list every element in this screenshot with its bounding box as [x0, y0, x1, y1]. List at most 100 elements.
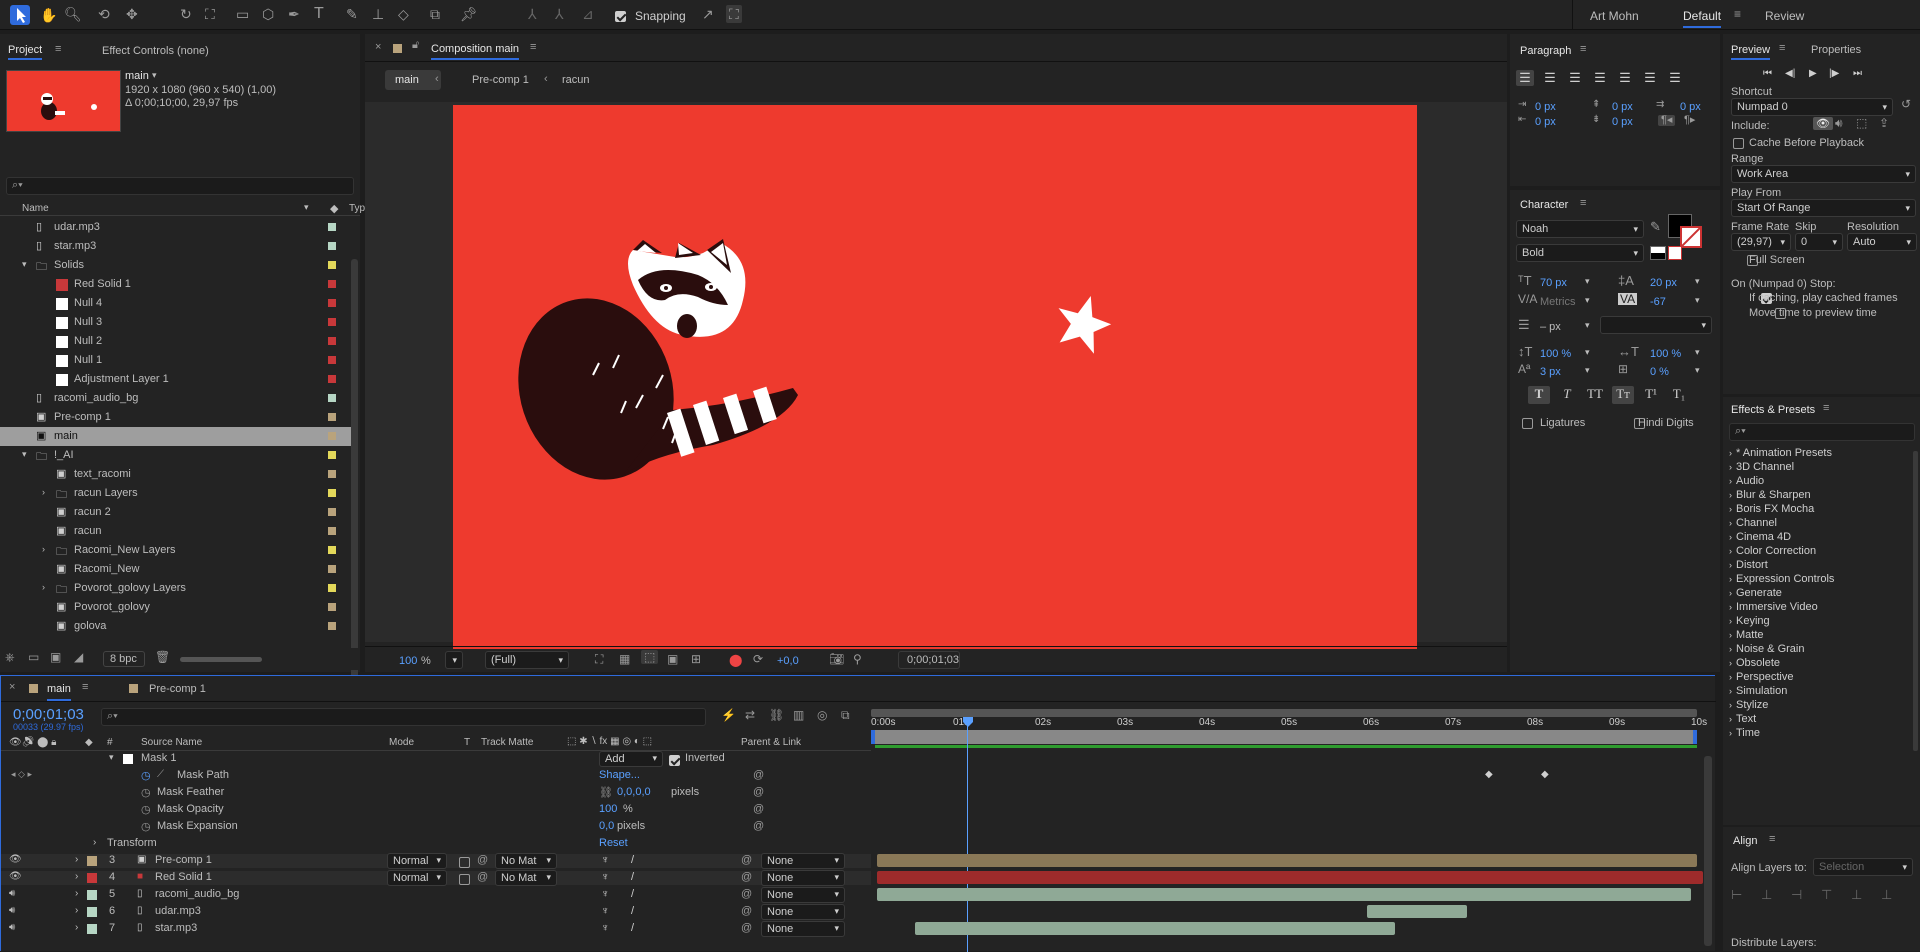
blend-mode-dropdown[interactable]: Normal ▾	[387, 870, 447, 886]
project-item[interactable]: › 🗀 Racomi_New Layers	[0, 541, 358, 560]
align-left-icon[interactable]: ☰	[1516, 70, 1534, 86]
faux-italic-icon[interactable]: T	[1556, 386, 1578, 404]
breadcrumb-racun[interactable]: racun	[562, 74, 590, 86]
effects-category[interactable]: › Cinema 4D	[1729, 531, 1909, 545]
effects-category[interactable]: › Text	[1729, 713, 1909, 727]
comp-tab-title[interactable]: Composition main	[431, 43, 520, 60]
stroke-style-dropdown[interactable]: ▾	[1600, 316, 1712, 334]
hand-tool-icon[interactable]: ✋	[40, 8, 57, 22]
preview-tab[interactable]: Preview	[1731, 44, 1771, 60]
parent-dropdown[interactable]: None ▾	[761, 870, 845, 886]
grid-guides-icon[interactable]: ⊞	[691, 653, 701, 665]
breadcrumb-main[interactable]: main	[385, 70, 441, 90]
include-overlays-icon[interactable]: ⬚	[1856, 117, 1867, 129]
thumb-name-arrow-icon[interactable]: ▾	[152, 70, 157, 81]
indent-left-value[interactable]: 0 px	[1535, 101, 1556, 113]
label-color-swatch[interactable]	[328, 375, 336, 383]
mask-row[interactable]: ▾ Mask 1 Add ▾ Inverted	[1, 751, 725, 767]
project-item[interactable]: ▾ 🗀 !_AI	[0, 446, 358, 465]
new-folder-icon[interactable]: ▭	[28, 651, 39, 663]
label-color-swatch[interactable]	[328, 261, 336, 269]
label-color-swatch[interactable]	[328, 584, 336, 592]
project-item[interactable]: ▯ racomi_audio_bg	[0, 389, 358, 408]
tracking-value[interactable]: -67	[1650, 296, 1666, 308]
effects-category[interactable]: › Noise & Grain	[1729, 643, 1909, 657]
workspace-menu-icon[interactable]: ≡	[1734, 8, 1741, 20]
project-item[interactable]: Null 4	[0, 294, 358, 313]
timeline-tab-menu-icon[interactable]: ≡	[82, 682, 88, 693]
label-color-swatch[interactable]	[328, 318, 336, 326]
align-bottom-icon[interactable]: ⊥	[1881, 887, 1892, 903]
collapse-arrow-icon[interactable]: ›	[42, 544, 45, 554]
effects-category[interactable]: › Time	[1729, 727, 1909, 741]
project-item[interactable]: ▣ racun	[0, 522, 358, 541]
indent-right-value[interactable]: 0 px	[1535, 116, 1556, 128]
col-type[interactable]: Typ	[349, 203, 365, 214]
justify-all-icon[interactable]: ☰	[1666, 70, 1684, 86]
expression-pickwhip-icon[interactable]: @	[753, 803, 764, 815]
col-source-name[interactable]: Source Name	[141, 737, 202, 748]
label-color-swatch[interactable]	[328, 299, 336, 307]
space-before-value[interactable]: 0 px	[1612, 116, 1633, 128]
expand-arrow-icon[interactable]: ▾	[22, 259, 27, 270]
region-of-interest-icon[interactable]: ▣	[667, 653, 678, 665]
collapse-arrow-icon[interactable]: ›	[42, 487, 45, 497]
quality-switch-icon[interactable]: /	[631, 854, 634, 866]
exposure-value[interactable]: +0,0	[777, 655, 799, 667]
effects-category[interactable]: › * Animation Presets	[1729, 447, 1909, 461]
label-color-swatch[interactable]	[328, 356, 336, 364]
col-track-matte[interactable]: Track Matte	[481, 737, 533, 748]
project-menu-icon[interactable]: ≡	[55, 44, 61, 55]
property-value[interactable]: 0,0,0,0	[617, 786, 651, 798]
parent-dropdown[interactable]: None ▾	[761, 904, 845, 920]
stroke-color-swatch[interactable]	[1680, 226, 1702, 248]
mask-mode-dropdown[interactable]: Add ▾	[599, 751, 663, 767]
label-color-swatch[interactable]	[328, 546, 336, 554]
snap-grid-icon[interactable]: ⛶	[726, 5, 742, 23]
zoom-value[interactable]: 100	[399, 655, 417, 667]
vertical-scale-arrow-icon[interactable]: ▾	[1585, 347, 1590, 358]
expression-pickwhip-icon[interactable]: @	[753, 786, 764, 798]
project-item[interactable]: › 🗀 Povorot_golovy Layers	[0, 579, 358, 598]
justify-right-icon[interactable]: ☰	[1641, 70, 1659, 86]
layer-label-swatch[interactable]	[87, 873, 97, 883]
label-color-swatch[interactable]	[328, 337, 336, 345]
col-mode[interactable]: Mode	[389, 737, 414, 748]
space-after-value[interactable]: 0 px	[1680, 101, 1701, 113]
faux-bold-icon[interactable]: T	[1528, 386, 1550, 404]
visibility-toggle-icon[interactable]: 🔊︎	[9, 888, 15, 899]
font-size-value[interactable]: 70 px	[1540, 277, 1567, 289]
black-white-swatch[interactable]	[1650, 246, 1666, 260]
eraser-tool-icon[interactable]: ◇	[398, 7, 409, 21]
blend-mode-dropdown[interactable]: Normal ▾	[387, 853, 447, 869]
align-menu-icon[interactable]: ≡	[1769, 834, 1775, 845]
layer-duration-bar[interactable]	[877, 854, 1697, 867]
collapse-arrow-icon[interactable]: ›	[75, 922, 78, 933]
justify-left-icon[interactable]: ☰	[1591, 70, 1609, 86]
shortcut-dropdown[interactable]: Numpad 0 ▾	[1731, 98, 1893, 116]
expression-pickwhip-icon[interactable]: @	[753, 769, 764, 781]
quality-switch-icon[interactable]: /	[631, 905, 634, 917]
visibility-toggle-icon[interactable]: 🔊︎	[9, 905, 15, 916]
label-color-swatch[interactable]	[328, 508, 336, 516]
reset-shortcut-icon[interactable]: ↺	[1901, 98, 1911, 110]
timeline-vscrollbar[interactable]	[1704, 756, 1712, 946]
project-search-input[interactable]: ⌕▾	[6, 177, 354, 195]
layer-duration-bar[interactable]	[877, 888, 1691, 901]
quality-switch-icon[interactable]: /	[631, 871, 634, 883]
layer-duration-bar[interactable]	[915, 922, 1395, 935]
effects-category[interactable]: › 3D Channel	[1729, 461, 1909, 475]
layer-row[interactable]: 👁︎ › 3 ▣ Pre-comp 1 Normal ▾ @ No Mat ▾ ♆ / @ None ▾	[1, 853, 871, 869]
shy-switch-icon[interactable]: ♆	[601, 922, 609, 934]
mask-path-row[interactable]: ◂ ◇ ▸ ◷ ⟋ Mask Path Shape... @	[1, 769, 764, 783]
undo-camera-icon[interactable]: ↻	[180, 7, 192, 21]
render-icon[interactable]: ◢	[74, 651, 83, 663]
align-center-icon[interactable]: ☰	[1541, 70, 1559, 86]
align-vcenter-icon[interactable]: ⊥	[1851, 887, 1862, 903]
eyedropper-icon[interactable]: ✎	[1650, 220, 1661, 233]
kerning-value[interactable]: Metrics	[1540, 296, 1575, 308]
frame-rate-dropdown[interactable]: (29,97) ▾	[1731, 233, 1791, 251]
timeline-timecode[interactable]: 0;00;01;03	[13, 706, 84, 723]
stopwatch-icon[interactable]: ◷	[141, 769, 151, 782]
include-layer-controls-icon[interactable]: ⇪	[1879, 117, 1889, 129]
